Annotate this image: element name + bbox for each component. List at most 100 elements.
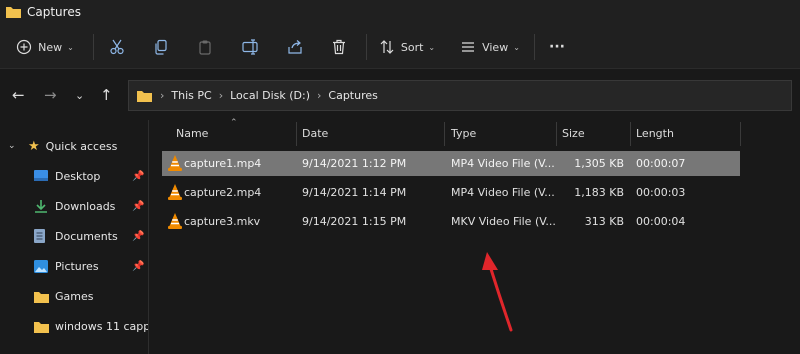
sidebar-item-label: Documents [55, 229, 118, 243]
vlc-file-icon [168, 213, 182, 229]
view-button-label: View [482, 40, 509, 54]
sort-ascending-icon: ⌃ [230, 118, 238, 128]
folder-icon [137, 91, 152, 102]
desktop-icon [34, 170, 48, 181]
pictures-icon [34, 259, 48, 273]
back-button[interactable]: ← [12, 86, 25, 104]
view-list-icon [462, 42, 475, 52]
file-length: 00:00:07 [636, 157, 686, 170]
column-divider[interactable] [740, 122, 741, 146]
sidebar-item-desktop[interactable]: Desktop 📌 [34, 164, 148, 188]
delete-button[interactable] [326, 34, 352, 60]
toolbar-divider [366, 34, 367, 60]
chevron-down-icon: ⌄ [513, 42, 520, 52]
sidebar-item-label: Downloads [55, 199, 116, 213]
forward-button[interactable]: → [44, 86, 57, 104]
vlc-file-icon [168, 184, 182, 200]
file-date: 9/14/2021 1:12 PM [302, 157, 407, 170]
column-header-length[interactable]: Length [636, 127, 674, 140]
breadcrumb-captures[interactable]: Captures [328, 89, 377, 102]
file-size: 1,305 KB [574, 157, 624, 170]
file-type: MKV Video File (V... [451, 215, 556, 228]
more-options-button[interactable]: ··· [544, 34, 570, 60]
breadcrumb-separator: › [218, 89, 224, 102]
file-type: MP4 Video File (V... [451, 157, 555, 170]
clipboard-icon [199, 40, 211, 55]
column-divider[interactable] [444, 122, 445, 146]
breadcrumb-separator: › [317, 89, 322, 102]
window-title: Captures [27, 5, 81, 19]
column-divider[interactable] [630, 122, 631, 146]
vlc-file-icon [168, 155, 182, 171]
trash-icon [333, 39, 345, 55]
scissors-icon [110, 39, 124, 55]
navigation-pane: ⌄ ★ Quick access Desktop 📌 Downloads 📌 D… [0, 120, 148, 354]
sidebar-item-label: Desktop [55, 169, 101, 183]
plus-circle-icon [17, 39, 32, 55]
share-icon [288, 40, 302, 54]
file-type: MP4 Video File (V... [451, 186, 555, 199]
column-divider[interactable] [556, 122, 557, 146]
sidebar-item-documents[interactable]: Documents 📌 [34, 224, 148, 248]
file-length: 00:00:03 [636, 186, 686, 199]
copy-icon [155, 39, 167, 55]
rename-button[interactable] [238, 34, 264, 60]
sort-button-label: Sort [400, 40, 424, 54]
annotation-arrow-icon [482, 252, 513, 332]
document-icon [34, 229, 45, 243]
file-name: capture2.mp4 [184, 186, 262, 199]
up-button[interactable]: ↑ [100, 86, 113, 104]
pin-icon: 📌 [132, 230, 145, 242]
file-length: 00:00:04 [636, 215, 686, 228]
cut-button[interactable] [104, 34, 130, 60]
pane-divider [148, 120, 149, 354]
column-divider[interactable] [296, 122, 297, 146]
sidebar-item-windows-11-capptu[interactable]: windows 11 capptu [34, 314, 148, 338]
recent-locations-chevron-icon[interactable]: ⌄ [75, 89, 84, 102]
toolbar-divider [534, 34, 535, 60]
folder-icon [34, 291, 49, 303]
rename-icon [242, 39, 258, 55]
file-name: capture3.mkv [184, 215, 261, 228]
sidebar-item-quick-access[interactable]: ⌄ ★ Quick access [8, 134, 117, 158]
address-bar[interactable]: › This PC › Local Disk (D:) › Captures [128, 80, 792, 111]
sort-button[interactable]: Sort ⌄ [376, 34, 438, 60]
file-size: 313 KB [584, 215, 624, 228]
toolbar-divider [93, 34, 94, 60]
file-row[interactable]: capture2.mp4 9/14/2021 1:14 PM MP4 Video… [162, 180, 740, 205]
file-row[interactable]: capture3.mkv 9/14/2021 1:15 PM MKV Video… [162, 209, 740, 234]
column-header-date[interactable]: Date [302, 127, 328, 140]
sidebar-item-label: Quick access [45, 139, 118, 153]
new-button-label: New [38, 40, 63, 54]
sidebar-item-label: windows 11 capptu [55, 319, 148, 333]
column-header-type[interactable]: Type [451, 127, 476, 140]
file-date: 9/14/2021 1:14 PM [302, 186, 407, 199]
copy-button[interactable] [148, 34, 174, 60]
command-bar: New ⌄ Sort ⌄ View ⌄ ··· [0, 26, 800, 69]
sidebar-item-games[interactable]: Games [34, 284, 93, 308]
breadcrumb-this-pc[interactable]: This PC [171, 89, 211, 102]
file-name: capture1.mp4 [184, 157, 262, 170]
pin-icon: 📌 [132, 200, 145, 212]
file-size: 1,183 KB [574, 186, 624, 199]
pin-icon: 📌 [132, 260, 145, 272]
column-header-name[interactable]: Name [176, 127, 208, 140]
file-row[interactable]: capture1.mp4 9/14/2021 1:12 PM MP4 Video… [162, 151, 740, 176]
sidebar-item-downloads[interactable]: Downloads 📌 [34, 194, 148, 218]
view-button[interactable]: View ⌄ [456, 34, 524, 60]
folder-icon [34, 321, 49, 333]
paste-button[interactable] [192, 34, 218, 60]
breadcrumb-separator: › [160, 89, 165, 102]
download-icon [35, 200, 47, 213]
pin-icon: 📌 [132, 170, 145, 182]
file-date: 9/14/2021 1:15 PM [302, 215, 407, 228]
star-icon: ★ [28, 138, 40, 154]
chevron-down-icon: ⌄ [67, 42, 74, 52]
column-header-size[interactable]: Size [562, 127, 585, 140]
new-button[interactable]: New ⌄ [14, 34, 76, 60]
folder-icon [6, 7, 21, 18]
sidebar-item-label: Pictures [55, 259, 99, 273]
share-button[interactable] [282, 34, 308, 60]
sidebar-item-pictures[interactable]: Pictures 📌 [34, 254, 148, 278]
breadcrumb-local-disk[interactable]: Local Disk (D:) [230, 89, 310, 102]
